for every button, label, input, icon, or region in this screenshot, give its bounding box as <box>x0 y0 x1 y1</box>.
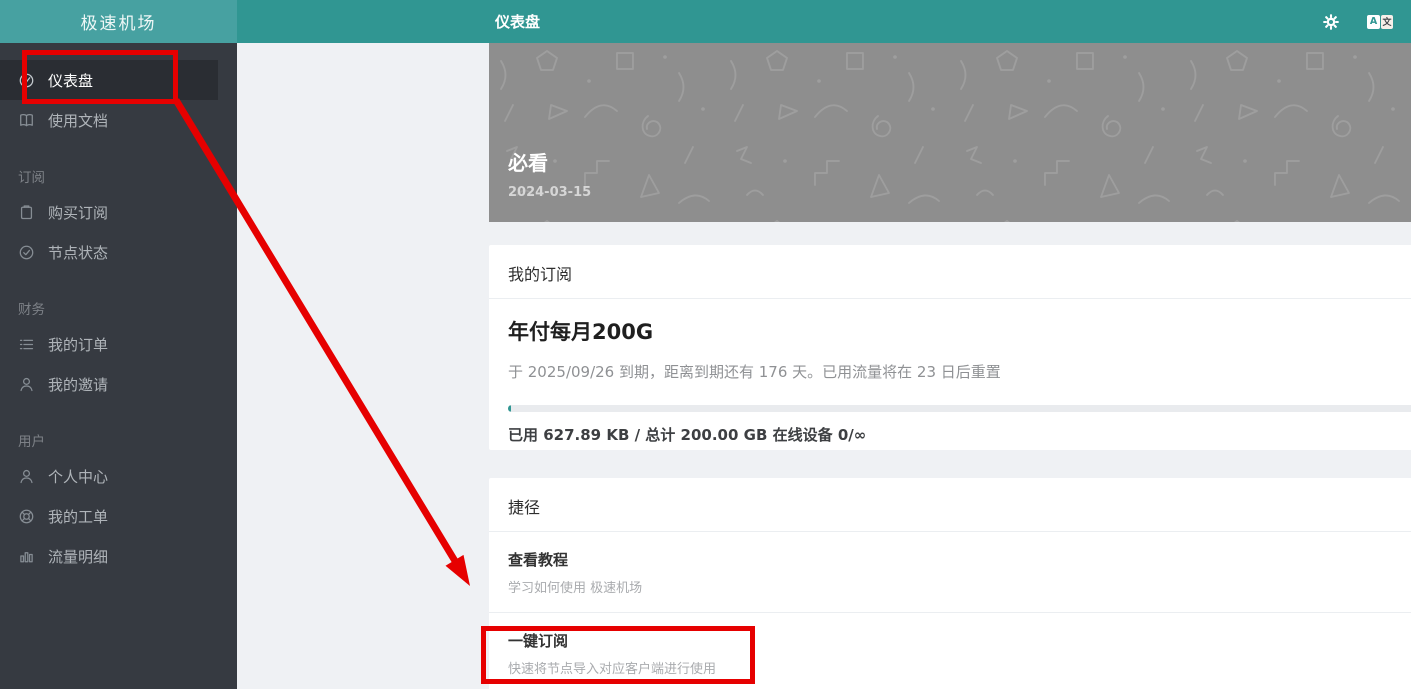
shortcut-one-click-subscribe[interactable]: 一键订阅快速将节点导入对应客户端进行使用 <box>489 612 1411 689</box>
sidebar-item-label: 我的工单 <box>48 506 108 527</box>
lifebuoy-icon <box>18 508 35 525</box>
dashboard-gauge-icon <box>18 72 35 89</box>
sidebar-item-label: 购买订阅 <box>48 202 108 223</box>
sidebar-group-label: 用户 <box>0 430 237 450</box>
translate-icon[interactable]: A 文 <box>1367 15 1393 29</box>
subscription-card-body: 年付每月200G 于 2025/09/26 到期，距离到期还有 176 天。已用… <box>489 299 1411 462</box>
usage-text: 已用 627.89 KB / 总计 200.00 GB 在线设备 0/∞ <box>508 424 1411 445</box>
banner-text: 必看 2024-03-15 <box>508 147 591 200</box>
banner-date: 2024-03-15 <box>508 185 591 200</box>
sidebar-item-docs[interactable]: 使用文档 <box>0 100 237 140</box>
shortcuts-list: 查看教程学习如何使用 极速机场一键订阅快速将节点导入对应客户端进行使用 <box>489 532 1411 689</box>
traffic-progress-fill <box>508 405 511 412</box>
bar-chart-icon <box>18 548 35 565</box>
topbar: 仪表盘 A 文 <box>237 0 1411 43</box>
sidebar-item-label: 个人中心 <box>48 466 108 487</box>
sidebar-group-label: 订阅 <box>0 166 237 186</box>
shortcut-title: 查看教程 <box>508 549 1411 570</box>
sidebar-item-profile[interactable]: 个人中心 <box>0 456 237 496</box>
shortcut-desc: 快速将节点导入对应客户端进行使用 <box>508 658 1411 677</box>
plan-name: 年付每月200G <box>508 316 1411 346</box>
translate-letter-cjk: 文 <box>1381 15 1393 29</box>
translate-letter-a: A <box>1367 15 1380 29</box>
clipboard-icon <box>18 204 35 221</box>
sidebar-item-traffic-details[interactable]: 流量明细 <box>0 536 237 576</box>
expiry-text: 于 2025/09/26 到期，距离到期还有 176 天。已用流量将在 23 日… <box>508 361 1411 382</box>
banner-doodle-pattern <box>489 43 1411 222</box>
announcement-banner[interactable]: 必看 2024-03-15 <box>489 43 1411 222</box>
shortcuts-card: 捷径 查看教程学习如何使用 极速机场一键订阅快速将节点导入对应客户端进行使用 <box>489 478 1411 689</box>
check-circle-icon <box>18 244 35 261</box>
sidebar-item-label: 节点状态 <box>48 242 108 263</box>
subscription-card-header: 我的订阅 <box>489 245 1411 299</box>
shortcut-view-tutorial[interactable]: 查看教程学习如何使用 极速机场 <box>489 532 1411 612</box>
sidebar-item-buy-subscription[interactable]: 购买订阅 <box>0 192 237 232</box>
sidebar-group-label: 财务 <box>0 298 237 318</box>
page-title: 仪表盘 <box>495 0 540 43</box>
open-book-icon <box>18 112 35 129</box>
settings-gear-icon[interactable] <box>1322 13 1340 31</box>
shortcut-title: 一键订阅 <box>508 630 1411 651</box>
subscription-card: 我的订阅 年付每月200G 于 2025/09/26 到期，距离到期还有 176… <box>489 245 1411 450</box>
shortcut-desc: 学习如何使用 极速机场 <box>508 577 1411 596</box>
page: { "brand": { "title": "极速机场" }, "topbar"… <box>0 0 1411 689</box>
sidebar-item-label: 我的邀请 <box>48 374 108 395</box>
sidebar-nav: 仪表盘使用文档订阅购买订阅节点状态财务我的订单我的邀请用户个人中心我的工单流量明… <box>0 43 237 576</box>
sidebar-item-label: 流量明细 <box>48 546 108 567</box>
person-icon <box>18 376 35 393</box>
sidebar-item-my-tickets[interactable]: 我的工单 <box>0 496 237 536</box>
sidebar-item-my-orders[interactable]: 我的订单 <box>0 324 237 364</box>
sidebar-item-label: 使用文档 <box>48 110 108 131</box>
ordered-list-icon <box>18 336 35 353</box>
topbar-actions: A 文 <box>1322 0 1393 43</box>
shortcuts-card-header: 捷径 <box>489 478 1411 532</box>
sidebar-item-dashboard[interactable]: 仪表盘 <box>0 60 218 100</box>
sidebar-item-label: 仪表盘 <box>48 70 93 91</box>
sidebar-item-my-invites[interactable]: 我的邀请 <box>0 364 237 404</box>
traffic-progress-bar <box>508 405 1411 412</box>
brand-title: 极速机场 <box>0 0 237 43</box>
main-content: 必看 2024-03-15 我的订阅 年付每月200G 于 2025/09/26… <box>237 43 1411 689</box>
sidebar: 极速机场 仪表盘使用文档订阅购买订阅节点状态财务我的订单我的邀请用户个人中心我的… <box>0 0 237 689</box>
person-icon <box>18 468 35 485</box>
sidebar-item-node-status[interactable]: 节点状态 <box>0 232 237 272</box>
sidebar-item-label: 我的订单 <box>48 334 108 355</box>
banner-title: 必看 <box>508 147 591 176</box>
